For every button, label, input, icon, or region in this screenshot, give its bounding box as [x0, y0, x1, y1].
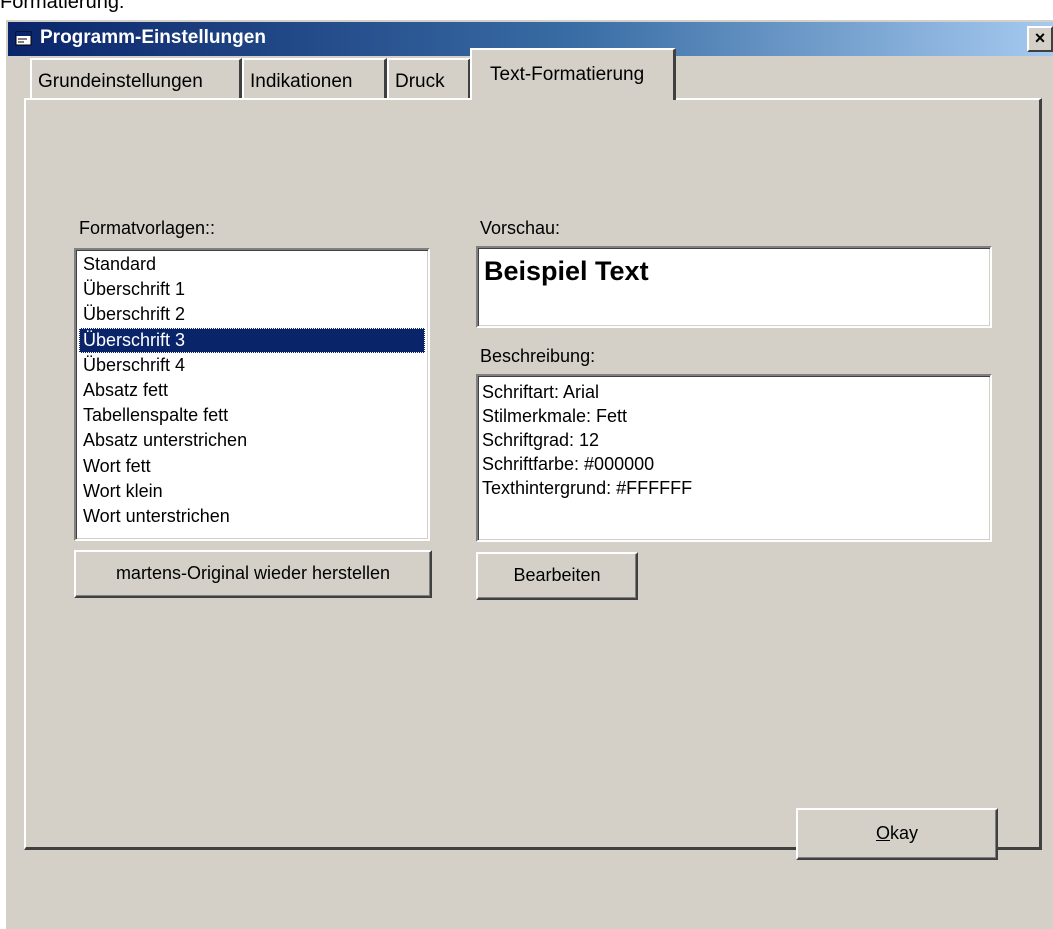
- description-line: Schriftart: Arial: [482, 382, 600, 402]
- partial-heading-text: Formatierung:: [0, 0, 125, 13]
- vorschau-label: Vorschau:: [480, 218, 561, 238]
- preview-text: Beispiel Text: [484, 256, 649, 286]
- tab-label: Grundeinstellungen: [38, 71, 203, 92]
- tab-label: Indikationen: [250, 71, 353, 92]
- list-item-selected[interactable]: Überschrift 3: [79, 327, 425, 353]
- list-item[interactable]: Wort unterstrichen: [79, 504, 425, 529]
- close-icon: ×: [1034, 28, 1046, 48]
- okay-button[interactable]: Okay: [796, 808, 998, 860]
- description-line: Stilmerkmale: Fett: [482, 406, 628, 426]
- tab-grundeinstellungen[interactable]: Grundeinstellungen: [30, 58, 242, 98]
- app-window-icon: [15, 31, 32, 46]
- formatvorlagen-listbox[interactable]: Standard Überschrift 1 Überschrift 2 Übe…: [74, 248, 430, 541]
- tab-label: Text-Formatierung: [490, 64, 645, 85]
- list-item[interactable]: Wort klein: [79, 479, 425, 504]
- list-item[interactable]: Überschrift 1: [79, 277, 425, 302]
- okay-mnemonic: O: [875, 823, 890, 843]
- beschreibung-label: Beschreibung:: [480, 346, 596, 366]
- window-title: Programm-Einstellungen: [40, 27, 266, 48]
- okay-label: kay: [890, 823, 919, 843]
- description-line: Schriftgrad: 12: [482, 430, 600, 450]
- description-line: Schriftfarbe: #000000: [482, 454, 655, 474]
- close-button[interactable]: ×: [1027, 26, 1053, 52]
- restore-original-label: martens-Original wieder herstellen: [115, 563, 391, 583]
- tab-druck[interactable]: Druck: [387, 58, 471, 98]
- list-item[interactable]: Überschrift 2: [79, 302, 425, 327]
- description-line: Texthintergrund: #FFFFFF: [482, 478, 693, 498]
- tab-text-formatierung[interactable]: Text-Formatierung: [470, 48, 676, 100]
- bearbeiten-button[interactable]: Bearbeiten: [476, 552, 638, 600]
- formatvorlagen-label: Formatvorlagen::: [79, 218, 216, 238]
- list-item[interactable]: Tabellenspalte fett: [79, 403, 425, 428]
- list-item[interactable]: Standard: [79, 252, 425, 277]
- restore-original-button[interactable]: martens-Original wieder herstellen: [74, 550, 432, 598]
- description-box: Schriftart: Arial Stilmerkmale: Fett Sch…: [476, 374, 992, 542]
- tab-indikationen[interactable]: Indikationen: [242, 58, 387, 98]
- list-item[interactable]: Absatz unterstrichen: [79, 428, 425, 453]
- list-item[interactable]: Absatz fett: [79, 378, 425, 403]
- list-item[interactable]: Wort fett: [79, 454, 425, 479]
- list-item[interactable]: Überschrift 4: [79, 353, 425, 378]
- tab-label: Druck: [395, 71, 445, 92]
- preview-box: Beispiel Text: [476, 246, 992, 328]
- bearbeiten-label: Bearbeiten: [513, 565, 601, 585]
